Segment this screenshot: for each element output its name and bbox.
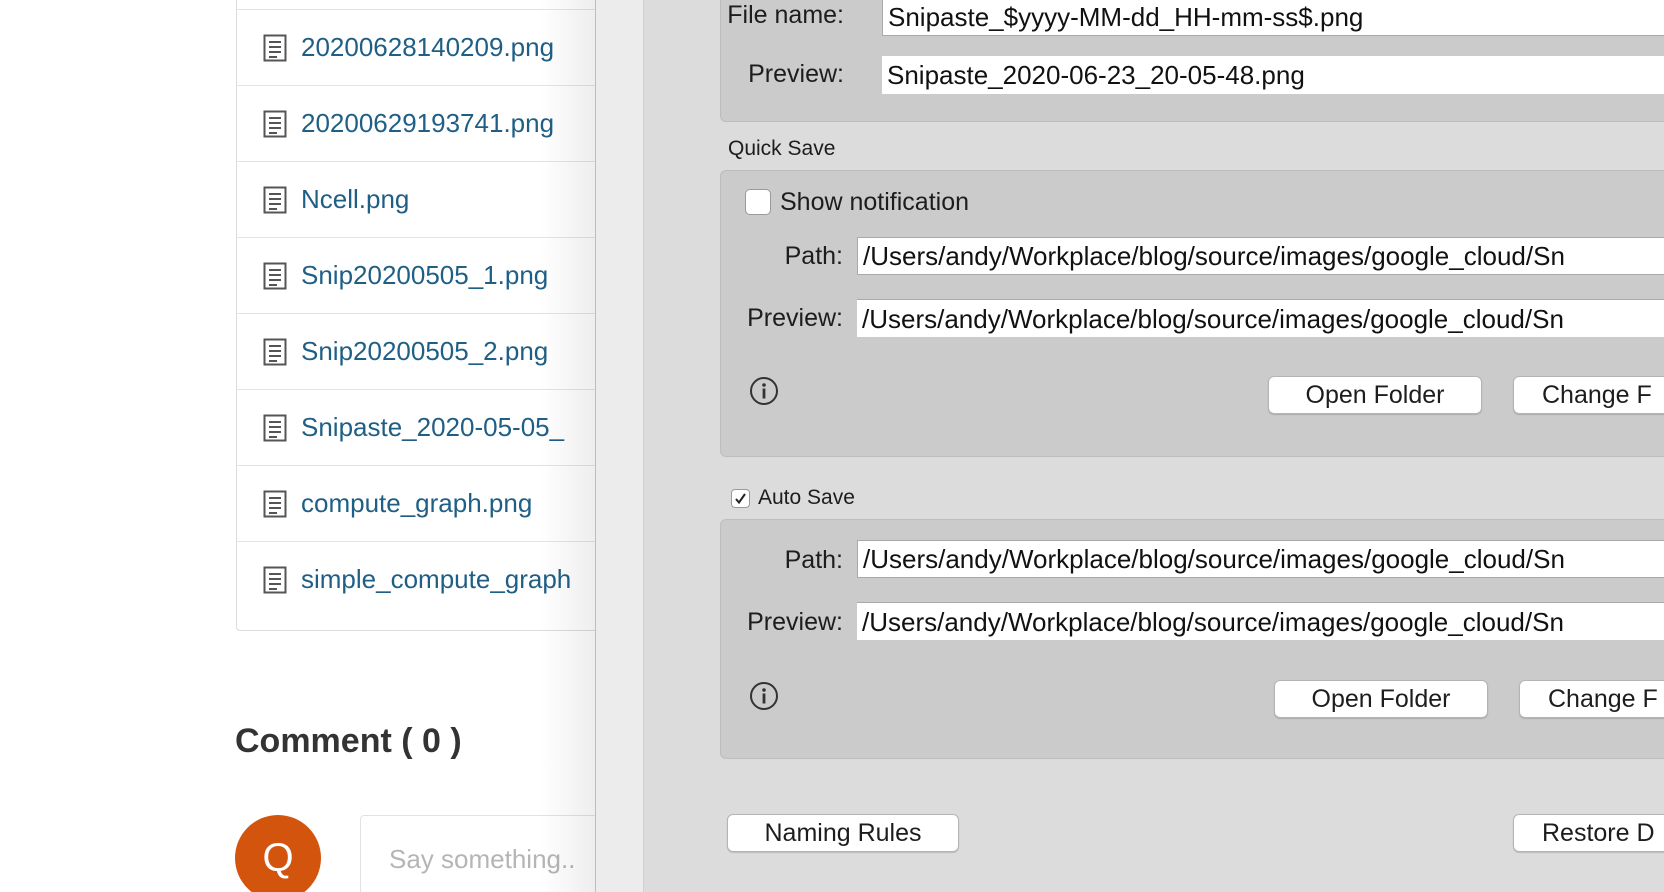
info-icon[interactable] xyxy=(749,681,779,711)
auto-save-checkbox[interactable] xyxy=(731,489,750,508)
document-icon xyxy=(263,262,287,289)
auto-save-path-field[interactable]: /Users/andy/Workplace/blog/source/images… xyxy=(857,540,1664,578)
file-link[interactable]: 20200628140209.png xyxy=(301,32,554,63)
info-icon[interactable] xyxy=(749,376,779,406)
file-name-preview: Snipaste_2020-06-23_20-05-48.png xyxy=(882,56,1664,94)
preferences-window: File name: Snipaste_$yyyy-MM-dd_HH-mm-ss… xyxy=(595,0,1664,892)
file-name-field[interactable]: Snipaste_$yyyy-MM-dd_HH-mm-ss$.png xyxy=(882,0,1664,36)
quick-save-preview-label: Preview: xyxy=(747,304,843,332)
document-icon xyxy=(263,110,287,137)
quick-save-change-folder-button[interactable]: Change F xyxy=(1513,376,1664,414)
file-name-group: File name: Snipaste_$yyyy-MM-dd_HH-mm-ss… xyxy=(720,0,1664,122)
show-notification-checkbox[interactable] xyxy=(745,189,771,215)
document-icon xyxy=(263,186,287,213)
file-link[interactable]: compute_graph.png xyxy=(301,488,532,519)
quick-save-title: Quick Save xyxy=(728,137,836,160)
auto-save-preview-field: /Users/andy/Workplace/blog/source/images… xyxy=(857,602,1664,640)
file-link[interactable]: Snip20200505_2.png xyxy=(301,336,548,367)
document-icon xyxy=(263,490,287,517)
blog-page: 20200628140209.png 20200629193741.png Nc… xyxy=(0,0,596,892)
output-settings-pane: File name: Snipaste_$yyyy-MM-dd_HH-mm-ss… xyxy=(643,0,1664,892)
checkmark-icon xyxy=(735,493,746,505)
document-icon xyxy=(263,338,287,365)
quick-save-path-field[interactable]: /Users/andy/Workplace/blog/source/images… xyxy=(857,237,1664,275)
file-link[interactable]: Snipaste_2020-05-05_ xyxy=(301,412,564,443)
auto-save-preview-label: Preview: xyxy=(747,608,843,636)
file-link[interactable]: Ncell.png xyxy=(301,184,409,215)
document-icon xyxy=(263,34,287,61)
window-shadow xyxy=(540,0,596,892)
quick-save-preview-field: /Users/andy/Workplace/blog/source/images… xyxy=(857,299,1664,337)
quick-save-open-folder-button[interactable]: Open Folder xyxy=(1268,376,1482,414)
file-name-label: File name: xyxy=(727,1,844,29)
naming-rules-button[interactable]: Naming Rules xyxy=(727,814,959,852)
file-link[interactable]: 20200629193741.png xyxy=(301,108,554,139)
auto-save-group: Path: /Users/andy/Workplace/blog/source/… xyxy=(720,519,1664,759)
preview-label: Preview: xyxy=(748,60,844,88)
comment-heading: Comment ( 0 ) xyxy=(235,722,462,760)
document-icon xyxy=(263,566,287,593)
auto-save-open-folder-button[interactable]: Open Folder xyxy=(1274,680,1488,718)
quick-save-group: Show notification Path: /Users/andy/Work… xyxy=(720,170,1664,457)
auto-save-title: Auto Save xyxy=(758,486,855,509)
file-link[interactable]: simple_compute_graph xyxy=(301,564,571,595)
auto-save-path-label: Path: xyxy=(784,546,843,574)
avatar: Q xyxy=(235,815,321,892)
quick-save-path-label: Path: xyxy=(784,242,843,270)
document-icon xyxy=(263,414,287,441)
restore-defaults-button[interactable]: Restore D xyxy=(1513,814,1664,852)
auto-save-change-folder-button[interactable]: Change F xyxy=(1519,680,1664,718)
file-link[interactable]: Snip20200505_1.png xyxy=(301,260,548,291)
show-notification-label: Show notification xyxy=(780,188,970,216)
